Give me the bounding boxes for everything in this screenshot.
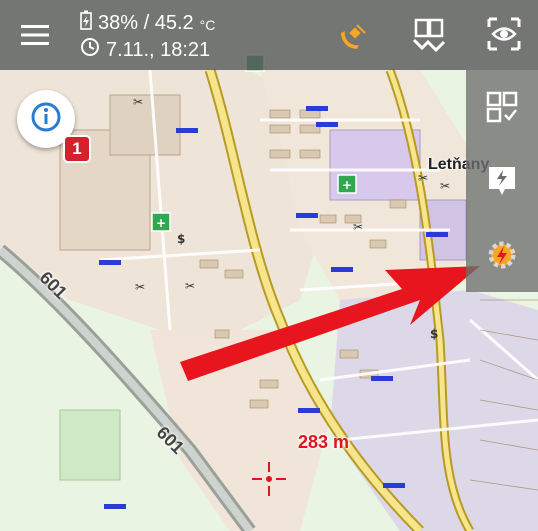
temperature-unit: °C (199, 17, 216, 33)
flash-bolt-icon (487, 165, 517, 202)
dashboard-button[interactable] (466, 76, 538, 142)
date-time-status: 7.11., 18:21 (80, 37, 210, 63)
svg-text:+: + (342, 178, 352, 192)
map-canvas[interactable]: + + $ $ ✂ ✂ ✂ ✂ ✂ ✂ (0, 0, 538, 531)
eye-icon[interactable] (484, 14, 524, 54)
map-layers-icon[interactable] (408, 14, 450, 56)
dashboard-grid-icon (486, 91, 518, 128)
quick-settings-button[interactable] (466, 224, 538, 290)
notification-badge[interactable]: 1 (63, 135, 91, 163)
info-icon (30, 101, 62, 138)
svg-text:✂: ✂ (135, 280, 145, 294)
battery-icon (80, 10, 92, 36)
svg-text:$: $ (177, 232, 185, 246)
hamburger-menu-icon[interactable] (18, 20, 52, 50)
gps-satellite-icon[interactable] (334, 20, 370, 56)
clock-icon (80, 37, 100, 63)
distance-label: 283 m (298, 432, 350, 452)
battery-status: 38% / 45.2 °C (80, 10, 215, 36)
svg-text:✂: ✂ (418, 171, 428, 185)
svg-text:$: $ (430, 327, 438, 341)
gear-bolt-icon (485, 238, 519, 277)
date-time-value: 7.11., 18:21 (106, 38, 211, 61)
svg-text:✂: ✂ (353, 220, 363, 234)
svg-text:✂: ✂ (440, 179, 450, 193)
right-tool-bar (466, 70, 538, 292)
flash-button[interactable] (466, 150, 538, 216)
svg-text:✂: ✂ (133, 95, 143, 109)
svg-text:+: + (156, 216, 166, 230)
battery-temperature-value: 38% / 45.2 (98, 11, 194, 34)
top-status-bar: 38% / 45.2 °C 7.11., 18:21 (0, 0, 538, 70)
svg-text:✂: ✂ (185, 279, 195, 293)
